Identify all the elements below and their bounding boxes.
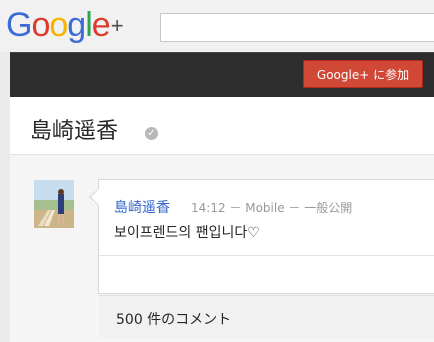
avatar-photo (34, 180, 74, 228)
post-card-notch-inner (91, 189, 99, 205)
google-plus-logo[interactable]: Google+ (6, 5, 124, 49)
logo-letter-o1: o (31, 6, 50, 44)
post-author-link[interactable]: 島崎遥香 (114, 197, 170, 217)
logo-letter-g: G (6, 6, 32, 44)
profile-name: 島崎遥香 (30, 119, 119, 144)
join-google-plus-button[interactable]: Google+ に参加 (303, 60, 423, 88)
search-input[interactable] (160, 13, 434, 42)
post-content: 보이프렌드의 팬입니다♡ (114, 225, 260, 241)
comments-count-label[interactable]: 500 件のコメント (116, 309, 231, 329)
avatar[interactable] (34, 180, 74, 228)
verified-check-icon: ✓ (145, 127, 158, 140)
logo-letter-o2: o (49, 6, 68, 44)
post-meta[interactable]: 14:12 － Mobile － 一般公開 (191, 199, 352, 216)
logo-letter-e: e (91, 6, 111, 44)
top-bar: Google+ (0, 0, 434, 52)
post-divider (99, 255, 434, 256)
logo-plus: + (110, 13, 124, 38)
logo-letter-g2: g (67, 6, 86, 44)
profile-header: 島崎遥香 ✓ (10, 97, 434, 155)
